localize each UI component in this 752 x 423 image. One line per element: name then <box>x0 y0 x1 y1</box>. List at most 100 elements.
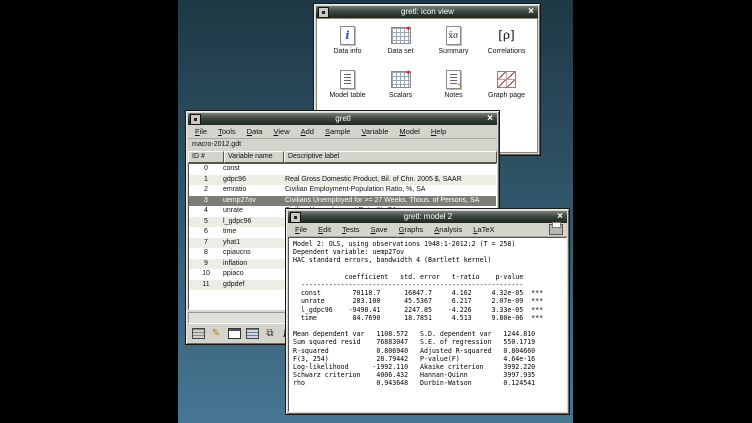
menu-save[interactable]: Save <box>366 224 394 235</box>
icon-view-title: gretl: icon view <box>331 6 524 18</box>
variable-name: ppiaco <box>223 269 285 280</box>
close-icon[interactable]: × <box>485 114 495 124</box>
graph-page-icon <box>497 69 516 89</box>
menu-variable[interactable]: Variable <box>356 126 394 137</box>
correlations-icon: [ρ] <box>498 25 514 45</box>
main-title: gretl <box>203 113 483 125</box>
menu-tools[interactable]: Tools <box>213 126 242 137</box>
variable-id: 7 <box>189 238 223 249</box>
model-menubar: FileEditTestsSaveGraphsAnalysisLaTeX <box>288 223 567 237</box>
variable-row[interactable]: 0const <box>189 164 496 175</box>
variable-id: 1 <box>189 175 223 186</box>
model-title: gretl: model 2 <box>303 211 553 223</box>
main-menubar: FileToolsDataViewAddSampleVariableModelH… <box>188 125 497 139</box>
menu-model[interactable]: Model <box>394 126 425 137</box>
data-info-icon: i <box>340 25 355 45</box>
session-icon-data-info[interactable]: i Data info <box>321 22 374 66</box>
column-header-label[interactable]: Descriptive label <box>284 151 497 163</box>
menu-file[interactable]: File <box>190 126 213 137</box>
icon-label: Data info <box>333 48 361 55</box>
icon-label: Notes <box>444 92 462 99</box>
session-icon-notes[interactable]: ✎ Notes <box>427 66 480 110</box>
variable-name: time <box>223 227 285 238</box>
edit-script-icon[interactable]: ✎ <box>209 326 223 340</box>
main-titlebar[interactable]: gretl × <box>188 113 497 125</box>
model-titlebar[interactable]: gretl: model 2 × <box>288 211 567 223</box>
session-icon-data-set[interactable]: + Data set <box>374 22 427 66</box>
variable-name: cpiaucns <box>223 248 285 259</box>
window-list-icon[interactable]: ⧉ <box>263 326 277 340</box>
menu-sample[interactable]: Sample <box>320 126 356 137</box>
variable-name: unrate <box>223 206 285 217</box>
variable-id: 6 <box>189 227 223 238</box>
icon-label: Model table <box>329 92 365 99</box>
variable-name: yhat1 <box>223 238 285 249</box>
session-icon-model-table[interactable]: Model table <box>321 66 374 110</box>
icon-label: Graph page <box>488 92 525 99</box>
window-menu-button[interactable] <box>190 114 201 125</box>
variable-name: gdpdef <box>223 280 285 291</box>
console-icon[interactable] <box>227 326 241 340</box>
summary-icon: x̄σ <box>446 25 461 45</box>
variable-name: uemp27ov <box>223 196 285 207</box>
dataset-grid-icon[interactable] <box>245 326 259 340</box>
variable-name: gdpc96 <box>223 175 285 186</box>
scalars-icon: + <box>391 69 411 89</box>
variable-label: Civilian Employment-Population Ratio, %,… <box>285 185 496 196</box>
variable-row[interactable]: 2emratioCivilian Employment-Population R… <box>189 185 496 196</box>
variable-id: 5 <box>189 217 223 228</box>
variable-name: const <box>223 164 285 175</box>
variable-row[interactable]: 3uemp27ovCivilians Unemployed for >= 27 … <box>189 196 496 207</box>
icon-label: Data set <box>387 48 413 55</box>
window-menu-button[interactable] <box>318 7 329 18</box>
menu-latex[interactable]: LaTeX <box>468 224 500 235</box>
calculator-icon[interactable] <box>191 326 205 340</box>
variable-label <box>285 164 496 175</box>
menu-data[interactable]: Data <box>242 126 269 137</box>
variable-name: inflation <box>223 259 285 270</box>
close-icon[interactable]: × <box>526 7 536 17</box>
menu-file[interactable]: File <box>290 224 313 235</box>
close-icon[interactable]: × <box>555 212 565 222</box>
variable-id: 2 <box>189 185 223 196</box>
model-table-icon <box>340 69 355 89</box>
icon-label: Correlations <box>488 48 526 55</box>
variable-id: 9 <box>189 259 223 270</box>
notes-icon: ✎ <box>446 69 461 89</box>
screen: gretl: icon view × i Data info + Data set x̄… <box>0 0 752 423</box>
menu-help[interactable]: Help <box>426 126 452 137</box>
icon-label: Summary <box>439 48 469 55</box>
variable-label: Real Gross Domestic Product, Bil. of Chn… <box>285 175 496 186</box>
menu-analysis[interactable]: Analysis <box>429 224 468 235</box>
variable-label: Civilians Unemployed for >= 27 Weeks, Th… <box>285 196 496 207</box>
variable-id: 10 <box>189 269 223 280</box>
column-header-name[interactable]: Variable name <box>224 151 284 163</box>
variable-id: 4 <box>189 206 223 217</box>
dataset-filename: macro-2012.gdt <box>188 139 497 151</box>
session-icon-graph-page[interactable]: Graph page <box>480 66 533 110</box>
icon-label: Scalars <box>389 92 412 99</box>
variable-row[interactable]: 1gdpc96Real Gross Domestic Product, Bil.… <box>189 175 496 186</box>
variable-id: 8 <box>189 248 223 259</box>
menu-view[interactable]: View <box>268 126 295 137</box>
icon-view-titlebar[interactable]: gretl: icon view × <box>316 6 538 18</box>
menu-edit[interactable]: Edit <box>313 224 337 235</box>
session-icon-summary[interactable]: x̄σ Summary <box>427 22 480 66</box>
model-window: gretl: model 2 × FileEditTestsSaveGraphs… <box>285 208 570 415</box>
window-menu-button[interactable] <box>290 212 301 223</box>
menu-add[interactable]: Add <box>296 126 320 137</box>
data-set-icon: + <box>391 25 411 45</box>
print-icon[interactable] <box>549 224 563 235</box>
session-icon-correlations[interactable]: [ρ] Correlations <box>480 22 533 66</box>
model-output: Model 2: OLS, using observations 1948:1-… <box>293 240 562 388</box>
model-results-panel: Model 2: OLS, using observations 1948:1-… <box>288 237 567 412</box>
variable-id: 0 <box>189 164 223 175</box>
variable-id: 3 <box>189 196 223 207</box>
variable-id: 11 <box>189 280 223 291</box>
variable-list-header: ID # Variable name Descriptive label <box>188 151 497 163</box>
menu-graphs[interactable]: Graphs <box>394 224 430 235</box>
column-header-id[interactable]: ID # <box>188 151 224 163</box>
session-icon-scalars[interactable]: + Scalars <box>374 66 427 110</box>
variable-name: l_gdpc96 <box>223 217 285 228</box>
menu-tests[interactable]: Tests <box>337 224 366 235</box>
